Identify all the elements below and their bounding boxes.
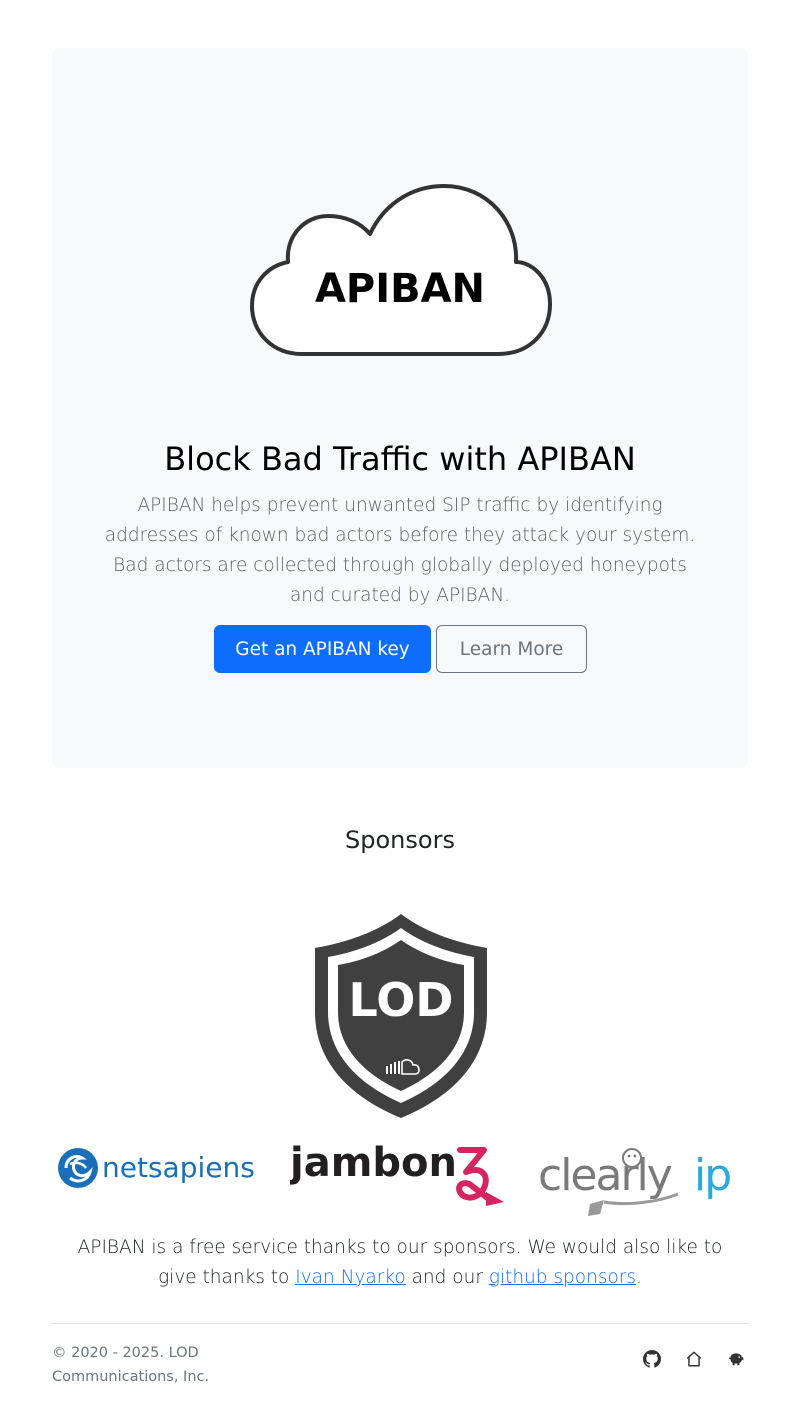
netsapiens-logo[interactable]: netsapiens bbox=[56, 1144, 266, 1192]
get-apiban-key-button[interactable]: Get an APIBAN key bbox=[214, 625, 431, 673]
ivan-nyarko-link[interactable]: Ivan Nyarko bbox=[295, 1267, 405, 1288]
sponsor-text-middle: and our bbox=[405, 1267, 489, 1288]
lod-shield-logo[interactable]: LOD bbox=[312, 912, 490, 1120]
clearly-text: clearly bbox=[538, 1150, 672, 1201]
apiban-cloud-logo: APIBAN bbox=[250, 184, 552, 356]
github-icon[interactable] bbox=[640, 1347, 664, 1371]
hero-lead-text: APIBAN helps prevent unwanted SIP traffi… bbox=[104, 495, 696, 606]
sponsors-heading: Sponsors bbox=[345, 826, 455, 854]
jambonz-text: jambon bbox=[290, 1140, 457, 1186]
page-title: Block Bad Traffic with APIBAN bbox=[164, 440, 636, 478]
sponsor-thanks-text: APIBAN is a free service thanks to our s… bbox=[60, 1233, 740, 1293]
ip-text: ip bbox=[694, 1150, 730, 1201]
footer-divider bbox=[52, 1323, 748, 1324]
piggy-bank-icon[interactable] bbox=[724, 1347, 748, 1371]
home-icon[interactable] bbox=[682, 1347, 706, 1371]
footer-icon-links bbox=[640, 1347, 748, 1371]
github-sponsors-link[interactable]: github sponsors bbox=[489, 1267, 636, 1288]
logo-text: APIBAN bbox=[315, 266, 485, 312]
learn-more-button[interactable]: Learn More bbox=[436, 625, 587, 673]
netsapiens-text: netsapiens bbox=[102, 1151, 255, 1184]
sponsor-text-end: . bbox=[636, 1267, 642, 1288]
lod-text: LOD bbox=[349, 973, 454, 1027]
jambonz-logo[interactable]: jambon bbox=[290, 1136, 512, 1210]
clearlyip-logo[interactable]: clearly ip bbox=[538, 1142, 744, 1220]
copyright-text: © 2020 - 2025. LOD Communications, Inc. bbox=[52, 1345, 210, 1385]
